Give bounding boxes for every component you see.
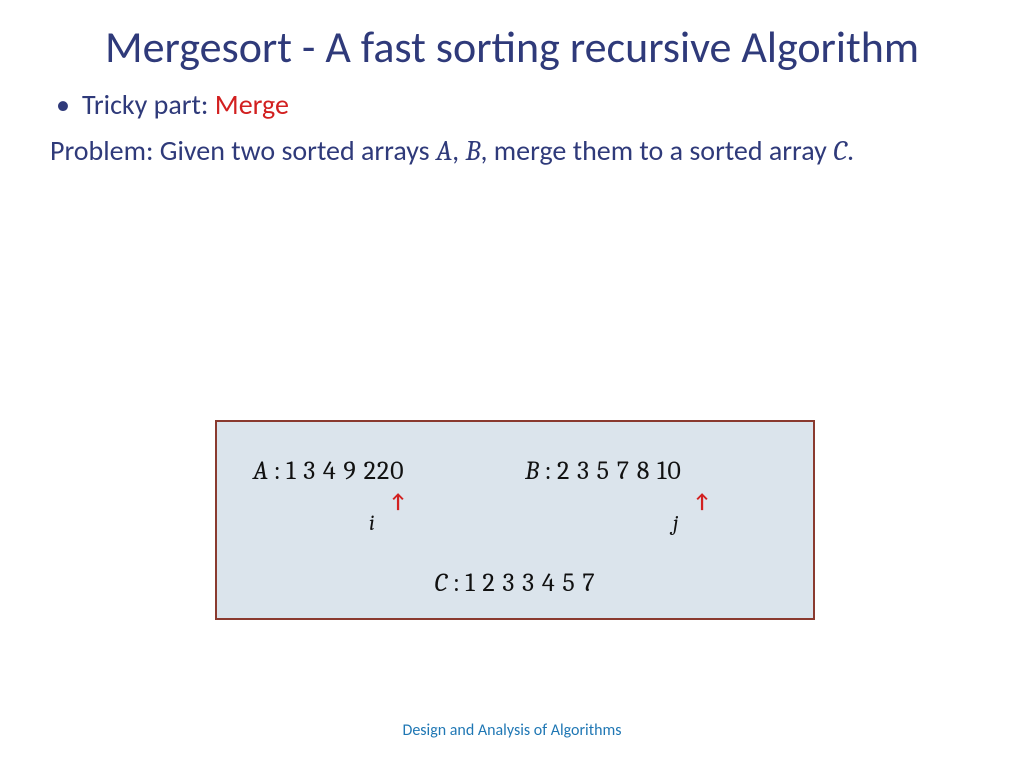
- problem-end: .: [847, 133, 854, 168]
- array-C-label: C: [434, 568, 447, 598]
- bullet-tricky-part: • Tricky part: Merge: [50, 87, 974, 122]
- problem-text-1: Problem: Given two sorted arrays: [50, 133, 436, 168]
- bullet-highlight: Merge: [215, 87, 289, 122]
- bullet-prefix: Tricky part:: [82, 87, 215, 122]
- array-B-label: B: [525, 456, 539, 486]
- pointer-i: i: [369, 510, 375, 536]
- problem-text-2: , merge them to a sorted array: [480, 133, 833, 168]
- var-C: C: [833, 135, 847, 167]
- pointer-j: j: [673, 510, 678, 536]
- array-A-label: A: [253, 456, 268, 486]
- var-A: A: [436, 135, 452, 167]
- sep-B: :: [539, 456, 557, 486]
- sep-A: :: [268, 456, 286, 486]
- bullet-dot-icon: •: [50, 87, 82, 122]
- problem-comma: ,: [452, 133, 465, 168]
- array-B: B : 2 3 5 7 8 10: [525, 456, 682, 486]
- sep-C: :: [447, 568, 465, 598]
- footer-text: Design and Analysis of Algorithms: [0, 721, 1024, 740]
- var-B: B: [465, 135, 480, 167]
- problem-statement: Problem: Given two sorted arrays A, B, m…: [50, 132, 974, 171]
- array-C-values: 1 2 3 3 4 5 7: [465, 568, 595, 598]
- merge-diagram: A : 1 3 4 9 220 B : 2 3 5 7 8 10 ↑ i ↑ j…: [215, 420, 815, 620]
- array-B-values: 2 3 5 7 8 10: [557, 456, 682, 486]
- array-C: C : 1 2 3 3 4 5 7: [217, 568, 813, 598]
- arrow-up-icon: ↑: [389, 490, 407, 514]
- array-A-values: 1 3 4 9 220: [286, 456, 404, 486]
- array-A: A : 1 3 4 9 220: [253, 456, 405, 486]
- arrow-up-icon: ↑: [693, 490, 711, 514]
- slide-title: Mergesort - A fast sorting recursive Alg…: [0, 0, 1024, 73]
